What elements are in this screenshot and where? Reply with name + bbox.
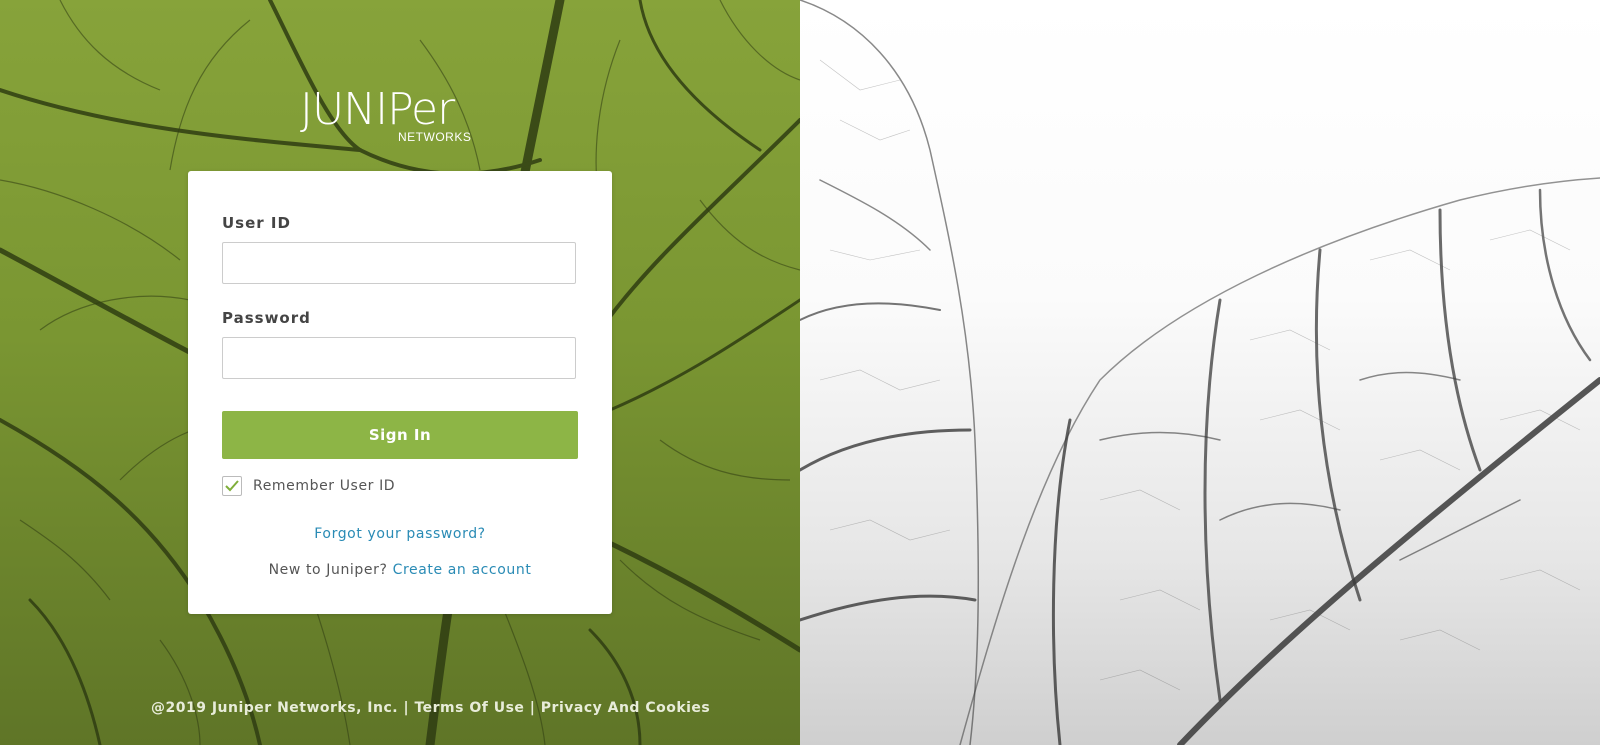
checkmark-icon <box>225 480 239 492</box>
login-page: JUNIPer NETWORKS User ID Password Sign I… <box>0 0 1600 745</box>
forgot-password-link[interactable]: Forgot your password? <box>314 526 485 542</box>
user-id-input[interactable] <box>222 242 576 284</box>
sign-in-button[interactable]: Sign In <box>222 411 578 459</box>
footer-separator: | <box>403 700 410 716</box>
user-id-label: User ID <box>222 214 291 232</box>
remember-user-id-row: Remember User ID <box>222 474 395 498</box>
login-card: User ID Password Sign In Remember User I… <box>188 171 612 614</box>
skeleton-leaf-graphic <box>800 0 1600 745</box>
footer: @2019 Juniper Networks, Inc. | Terms Of … <box>151 700 710 716</box>
logo-networks-text: NETWORKS <box>398 130 472 144</box>
create-account-link[interactable]: Create an account <box>393 562 532 578</box>
forgot-password-row: Forgot your password? <box>188 526 612 542</box>
grey-leaf-background <box>800 0 1600 745</box>
password-label: Password <box>222 309 311 327</box>
new-to-juniper-text: New to Juniper? <box>268 562 388 578</box>
terms-of-use-link[interactable]: Terms Of Use <box>414 700 524 716</box>
remember-user-id-checkbox[interactable] <box>222 476 242 496</box>
logo-wordmark: JUNIPer <box>300 84 455 135</box>
password-input[interactable] <box>222 337 576 379</box>
copyright-text: @2019 Juniper Networks, Inc. <box>151 700 399 716</box>
remember-user-id-label: Remember User ID <box>253 478 396 494</box>
privacy-and-cookies-link[interactable]: Privacy And Cookies <box>541 700 710 716</box>
juniper-logo: JUNIPer NETWORKS <box>300 88 500 148</box>
footer-separator: | <box>529 700 536 716</box>
new-account-row: New to Juniper? Create an account <box>188 562 612 578</box>
